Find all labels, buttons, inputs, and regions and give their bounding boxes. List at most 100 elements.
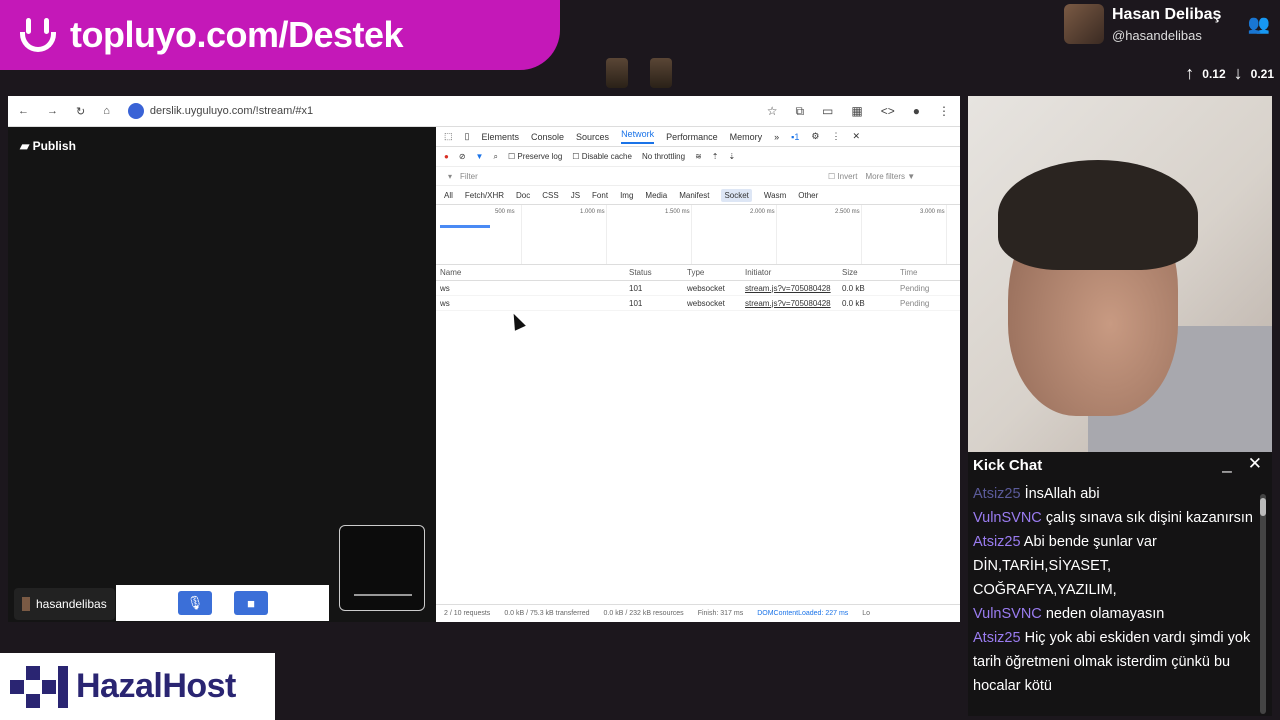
type-filter-other[interactable]: Other xyxy=(798,191,818,200)
inspect-icon[interactable]: ⬚ xyxy=(444,131,453,142)
table-row[interactable]: ws 101 websocket stream.js?v=705080428 0.0 k… xyxy=(436,296,960,311)
tab-performance[interactable]: Performance xyxy=(666,132,718,142)
microphone-button[interactable]: 🎙 xyxy=(178,591,212,615)
apps-icon[interactable]: ▦ xyxy=(851,104,862,119)
type-filter-manifest[interactable]: Manifest xyxy=(679,191,709,200)
site-icon xyxy=(127,103,144,119)
avatar xyxy=(606,58,628,88)
banner-text: topluyo.com/Destek xyxy=(70,14,404,55)
col-name[interactable]: Name xyxy=(436,268,629,277)
wifi-icon[interactable]: ≋ xyxy=(695,152,702,161)
back-icon[interactable]: ← xyxy=(18,105,29,117)
preserve-log-label: Preserve log xyxy=(517,152,563,161)
cell-initiator[interactable]: stream.js?v=705080428 xyxy=(745,299,842,308)
chat-username[interactable]: Atsiz25 xyxy=(973,630,1021,646)
type-filter-socket[interactable]: Socket xyxy=(721,188,752,202)
tab-sources[interactable]: Sources xyxy=(576,132,609,142)
profile-icon[interactable]: ● xyxy=(913,104,920,119)
preserve-log-checkbox[interactable]: ☐ Preserve log xyxy=(508,152,562,161)
timeline-tick: 3.000 ms xyxy=(920,209,945,215)
kebab-icon[interactable]: ⋮ xyxy=(831,131,840,142)
chat-username[interactable]: Atsiz25 xyxy=(973,486,1021,502)
col-time[interactable]: Time xyxy=(900,268,958,277)
chat-username[interactable]: VulnSVNC xyxy=(973,606,1042,622)
type-filter-fetchxhr[interactable]: Fetch/XHR xyxy=(465,191,504,200)
up-value: 0.12 xyxy=(1202,66,1226,81)
table-row[interactable]: ws 101 websocket stream.js?v=705080428 0.0 k… xyxy=(436,281,960,296)
invert-checkbox[interactable]: ☐ Invert xyxy=(828,172,857,181)
type-filter-doc[interactable]: Doc xyxy=(516,191,530,200)
upload-icon[interactable]: ⇡ xyxy=(712,152,719,161)
col-size[interactable]: Size xyxy=(842,268,900,277)
minimize-icon[interactable]: _ xyxy=(1222,454,1231,474)
home-icon[interactable]: ⌂ xyxy=(103,105,110,117)
chat-username[interactable]: VulnSVNC xyxy=(973,510,1042,526)
chat-message: VulnSVNC neden olamayasın xyxy=(973,602,1258,626)
search-icon[interactable]: ⌕ xyxy=(493,152,497,162)
record-icon[interactable]: ● xyxy=(444,152,449,161)
publish-button[interactable]: ▰ Publish xyxy=(20,139,76,153)
type-filter-css[interactable]: CSS xyxy=(542,191,558,200)
chat-username[interactable]: Atsiz25 xyxy=(973,534,1021,550)
disable-cache-checkbox[interactable]: ☐ Disable cache xyxy=(572,152,632,161)
col-status[interactable]: Status xyxy=(629,268,687,277)
avatar xyxy=(650,58,672,88)
chat-text: İnsAllah abi xyxy=(1024,486,1100,502)
cell-name: ws xyxy=(440,283,450,293)
self-view[interactable] xyxy=(339,525,425,611)
type-filter-all[interactable]: All xyxy=(444,191,453,200)
tab-network[interactable]: Network xyxy=(621,129,655,144)
type-filter-media[interactable]: Media xyxy=(645,191,667,200)
chat-messages: Atsiz25 İnsAllah abi VulnSVNC çalış sınav… xyxy=(968,478,1272,698)
clear-icon[interactable]: ⊘ xyxy=(459,152,466,161)
col-type[interactable]: Type xyxy=(687,268,745,277)
chat-title: Kick Chat xyxy=(973,456,1043,474)
stream-panel: ▰ Publish hasandelibas 🎙 ■ xyxy=(8,127,436,622)
extensions-icon[interactable]: ⧉ xyxy=(795,104,804,119)
type-filter-font[interactable]: Font xyxy=(592,191,608,200)
publish-label: Publish xyxy=(32,139,76,153)
hazalhost-mark-icon xyxy=(10,665,70,708)
issues-badge[interactable]: ▪1 xyxy=(791,132,799,142)
chat-message: Atsiz25 Abi bende şunlar var DİN,TARİH,S… xyxy=(973,530,1258,602)
funnel-icon: ▾ xyxy=(448,171,453,181)
url-field[interactable]: derslik.uyguluyo.com/!stream/#x1 xyxy=(150,105,313,117)
col-initiator[interactable]: Initiator xyxy=(745,268,842,277)
bookmark-star-icon[interactable]: ☆ xyxy=(767,104,778,119)
filter-icon[interactable]: ▼ xyxy=(476,152,484,161)
gear-icon[interactable]: ⚙ xyxy=(811,131,819,142)
tab-console[interactable]: Console xyxy=(531,132,564,142)
tab-memory[interactable]: Memory xyxy=(730,132,763,142)
reload-icon[interactable]: ↻ xyxy=(76,105,85,118)
timeline-tick: 1.500 ms xyxy=(665,209,690,215)
network-timeline: 500 ms 1.000 ms 1.500 ms 2.000 ms 2.500 ms 3.… xyxy=(436,205,960,265)
invert-label: Invert xyxy=(837,171,858,181)
arrow-up-icon: ↑ xyxy=(1185,63,1195,83)
status-bar: 2 / 10 requests 0.0 kB / 75.3 kB transfe… xyxy=(436,604,960,622)
group-icon[interactable]: 👥 xyxy=(1248,14,1270,35)
tab-more[interactable]: » xyxy=(774,132,779,142)
camera-button[interactable]: ■ xyxy=(234,591,268,615)
type-filter-js[interactable]: JS xyxy=(571,191,580,200)
close-icon[interactable]: ✕ xyxy=(852,131,860,142)
timeline-tick: 500 ms xyxy=(495,209,515,215)
media-controls: 🎙 ■ xyxy=(116,585,329,621)
menu-icon[interactable]: ⋮ xyxy=(938,104,950,119)
code-icon[interactable]: <> xyxy=(881,104,895,119)
cell-initiator[interactable]: stream.js?v=705080428 xyxy=(745,284,842,293)
tab-elements[interactable]: Elements xyxy=(481,132,519,142)
throttling-select[interactable]: No throttling xyxy=(642,152,685,161)
timeline-gridline xyxy=(606,205,607,264)
close-icon[interactable]: ✕ xyxy=(1248,454,1262,474)
more-filters-button[interactable]: More filters ▼ xyxy=(865,172,915,181)
requests-count: 2 / 10 requests xyxy=(444,610,491,617)
cast-icon[interactable]: ▭ xyxy=(822,104,833,119)
transferred: 0.0 kB / 75.3 kB transferred xyxy=(504,610,590,617)
forward-icon[interactable]: → xyxy=(47,105,58,117)
filter-input[interactable]: Filter xyxy=(460,172,820,181)
type-filter-img[interactable]: Img xyxy=(620,191,633,200)
chat-scrollbar[interactable] xyxy=(1260,494,1266,714)
device-icon[interactable]: ▯ xyxy=(465,131,470,142)
download-icon[interactable]: ⇣ xyxy=(728,152,735,161)
type-filter-wasm[interactable]: Wasm xyxy=(764,191,786,200)
